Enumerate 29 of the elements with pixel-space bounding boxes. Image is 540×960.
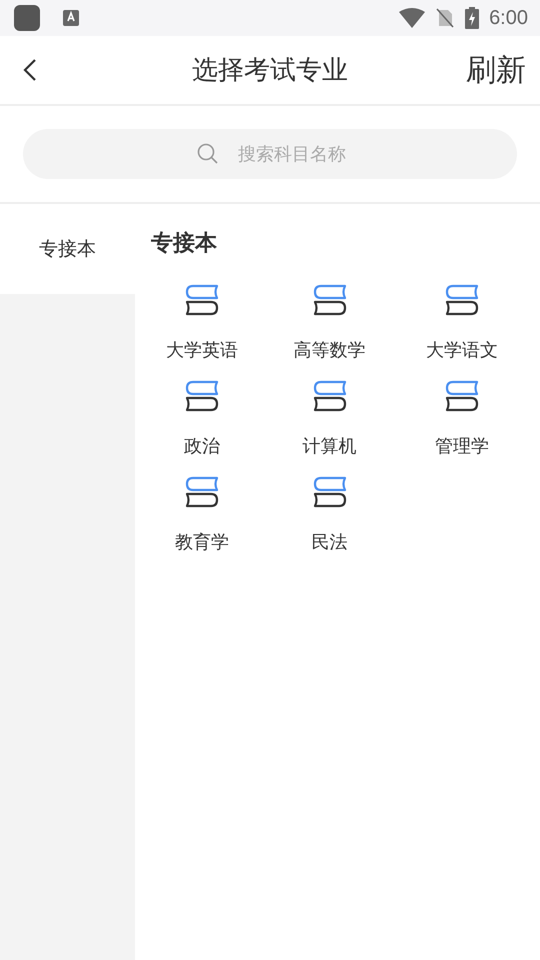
books-icon[interactable] bbox=[312, 380, 346, 412]
subject-label[interactable]: 高等数学 bbox=[294, 338, 366, 362]
books-icon[interactable] bbox=[185, 284, 219, 316]
subject-label[interactable]: 政治 bbox=[184, 434, 220, 458]
books-icon[interactable] bbox=[312, 284, 346, 316]
app-icon bbox=[14, 5, 40, 31]
search-icon bbox=[197, 143, 219, 165]
subject-label[interactable]: 民法 bbox=[312, 530, 348, 554]
wifi-icon bbox=[399, 8, 426, 28]
books-icon[interactable] bbox=[445, 380, 479, 412]
keyboard-icon bbox=[62, 9, 80, 27]
search-field[interactable]: 搜索科目名称 bbox=[23, 129, 517, 179]
books-icon[interactable] bbox=[185, 380, 219, 412]
subject-label[interactable]: 大学英语 bbox=[166, 338, 238, 362]
subject-label[interactable]: 管理学 bbox=[435, 434, 489, 458]
subject-label[interactable]: 计算机 bbox=[302, 434, 356, 458]
books-icon[interactable] bbox=[312, 476, 346, 508]
battery-icon bbox=[465, 7, 480, 29]
page-title: 选择考试专业 bbox=[192, 54, 348, 88]
back-icon[interactable] bbox=[22, 58, 38, 82]
subject-label[interactable]: 教育学 bbox=[175, 530, 229, 554]
books-icon[interactable] bbox=[445, 284, 479, 316]
sidebar-item[interactable]: 专接本 bbox=[0, 204, 135, 294]
subject-label[interactable]: 大学语文 bbox=[426, 338, 498, 362]
section-title: 专接本 bbox=[150, 230, 218, 258]
refresh-button[interactable]: 刷新 bbox=[466, 50, 526, 90]
books-icon[interactable] bbox=[185, 476, 219, 508]
no-sim-icon bbox=[435, 8, 456, 28]
status-time: 6:00 bbox=[489, 6, 528, 30]
